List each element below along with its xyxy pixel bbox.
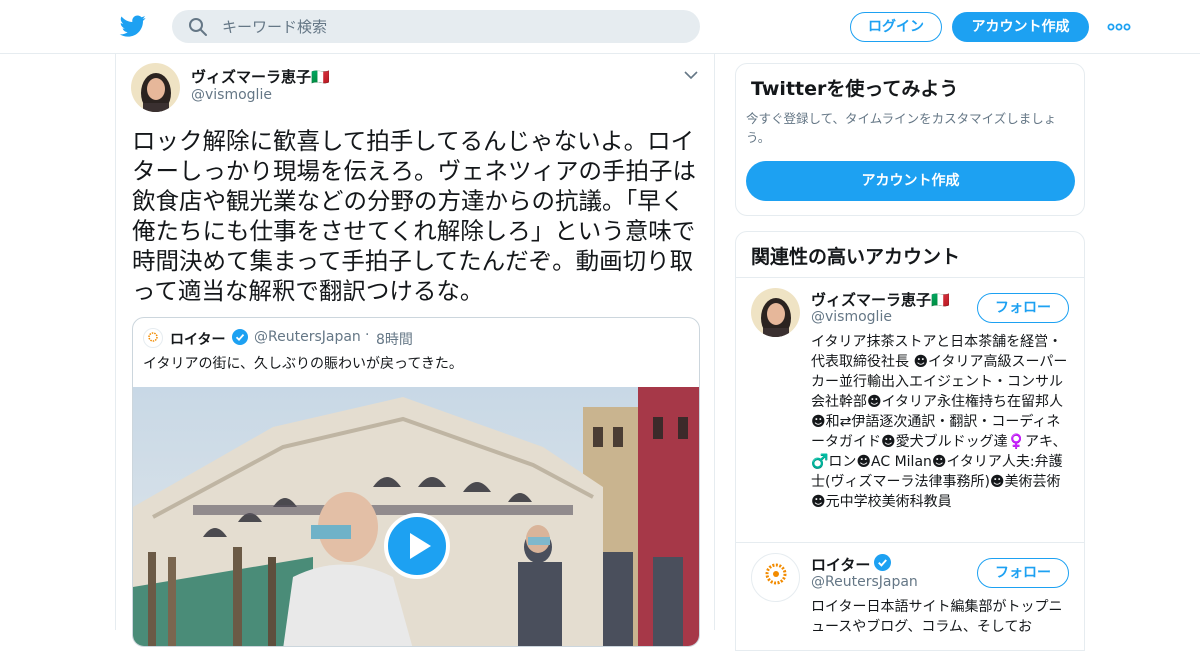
signup-card-title: Twitterを使ってみよう [751, 78, 959, 100]
search-icon [189, 18, 207, 36]
reuters-logo [143, 328, 163, 348]
tweet-text: ロック解除に歓喜して拍手してるんじゃないよ。ロイターしっかり現場を伝えろ。ヴェネ… [132, 127, 696, 305]
related-account-item[interactable]: ロイター @ReutersJapan フォロー ロイター日本語サイト編集部がトッ… [736, 543, 1084, 653]
follow-button[interactable]: フォロー [977, 558, 1069, 588]
verified-badge-icon [232, 329, 248, 345]
more-options-icon[interactable] [1106, 18, 1132, 36]
related-accounts-title: 関連性の高いアカウント [751, 246, 961, 268]
signup-button[interactable]: アカウント作成 [952, 12, 1089, 42]
account-handle[interactable]: @vismoglie [811, 309, 892, 325]
separator-dot: · [365, 327, 370, 343]
author-handle[interactable]: @vismoglie [191, 87, 272, 103]
signup-card-button[interactable]: アカウント作成 [746, 161, 1075, 201]
quoted-tweet[interactable]: ロイター @ReutersJapan · 8時間 イタリアの街に、久しぶりの賑わ… [132, 317, 700, 647]
quoted-timestamp[interactable]: 8時間 [376, 329, 413, 349]
account-name[interactable]: ヴィズマーラ恵子🇮🇹 [811, 289, 950, 310]
video-thumbnail[interactable] [133, 387, 699, 646]
signup-card-description: 今すぐ登録して、タイムラインをカスタマイズしましょう。 [746, 111, 1057, 145]
account-avatar[interactable] [751, 288, 800, 337]
play-icon [410, 533, 431, 559]
follow-button[interactable]: フォロー [977, 293, 1069, 323]
account-name[interactable]: ロイター [811, 554, 870, 575]
search-box[interactable] [172, 10, 700, 43]
tweet-panel: ヴィズマーラ恵子🇮🇹 @vismoglie ロック解除に歓喜して拍手してるんじゃ… [115, 54, 715, 647]
quoted-text: イタリアの街に、久しぶりの賑わいが戻ってきた。 [143, 356, 463, 372]
account-handle[interactable]: @ReutersJapan [811, 574, 918, 590]
account-bio: ロイター日本語サイト編集部がトップニュースやブログ、コラム、そしてお [811, 599, 1063, 635]
login-button[interactable]: ログイン [850, 12, 942, 42]
play-button[interactable] [384, 513, 450, 579]
signup-card: Twitterを使ってみよう 今すぐ登録して、タイムラインをカスタマイズしましょ… [735, 63, 1085, 216]
reuters-logo[interactable] [751, 553, 800, 602]
quoted-author-name[interactable]: ロイター [170, 329, 225, 349]
related-account-item[interactable]: ヴィズマーラ恵子🇮🇹 @vismoglie フォロー イタリア抹茶ストアと日本茶… [736, 278, 1084, 543]
twitter-bird-icon[interactable] [119, 13, 147, 39]
search-input[interactable] [222, 14, 682, 39]
chevron-down-icon[interactable] [683, 67, 699, 83]
author-name[interactable]: ヴィズマーラ恵子🇮🇹 [191, 66, 330, 87]
top-navigation-bar: ログイン アカウント作成 [0, 0, 1200, 54]
verified-badge-icon [874, 554, 891, 571]
author-avatar[interactable] [131, 63, 180, 112]
account-bio: イタリア抹茶ストアと日本茶舗を経営・代表取締役社長 ☻イタリア高級スーパーカー並… [811, 334, 1068, 510]
quoted-author-handle[interactable]: @ReutersJapan [254, 329, 361, 345]
related-accounts-card: 関連性の高いアカウント ヴィズマーラ恵子🇮🇹 @vismoglie フォロー イ… [735, 231, 1085, 651]
